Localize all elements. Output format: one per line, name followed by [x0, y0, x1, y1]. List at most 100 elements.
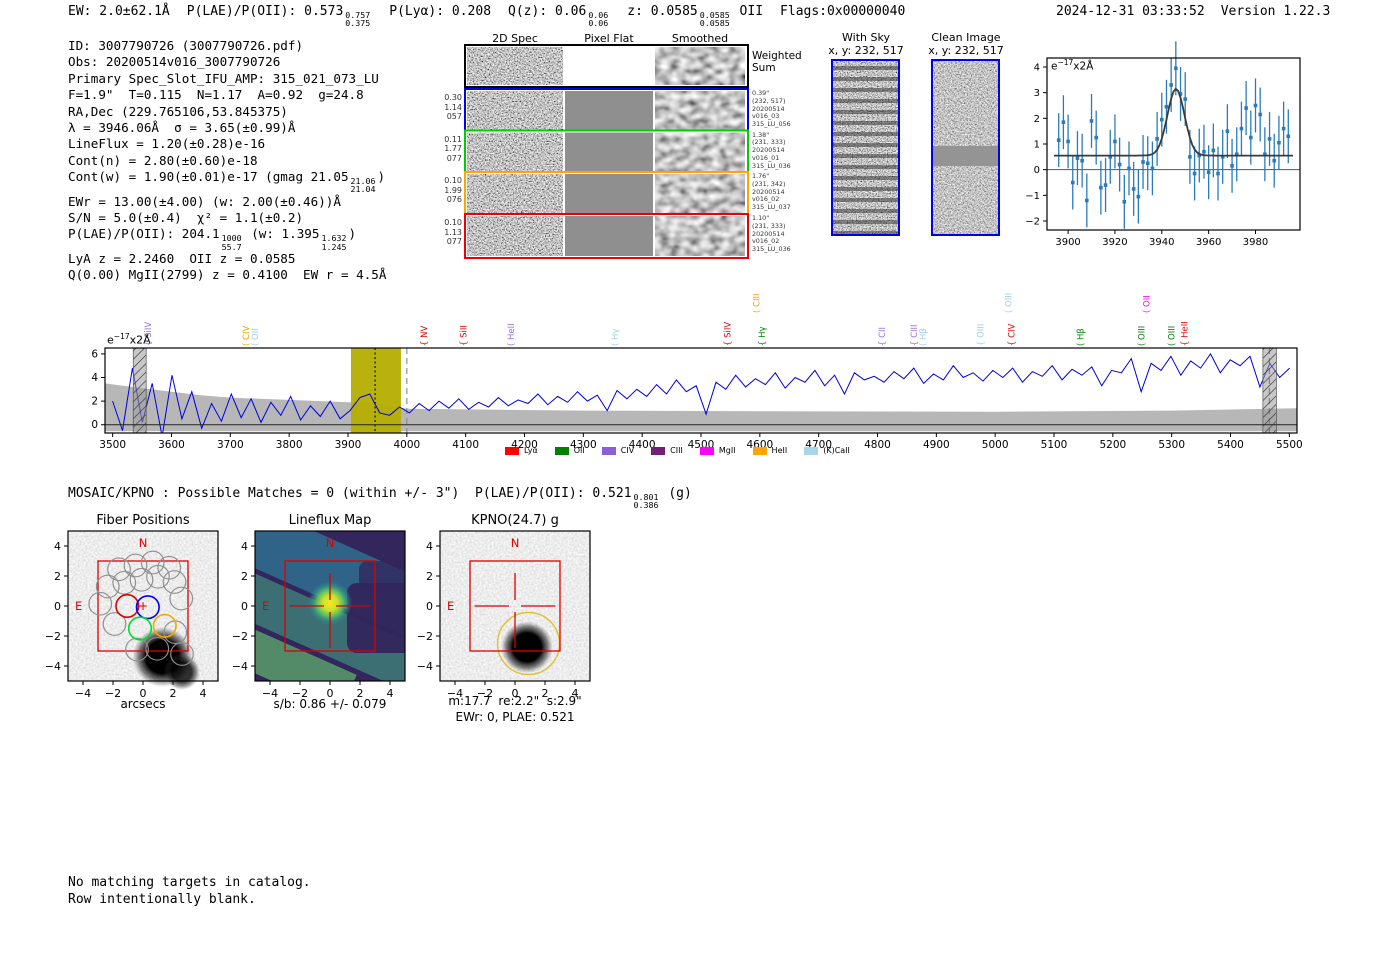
line-label-CII: { CII — [878, 327, 888, 346]
text-segment: ) — [348, 226, 356, 241]
row-fiber-annotation: 1.76" (231, 342) 20200514 v016_02 315_LU_037 — [752, 172, 791, 212]
text-segment: ) — [378, 169, 386, 184]
text-segment: RA,Dec (229.765106,53.845375) — [68, 104, 288, 119]
legend-swatch — [651, 446, 666, 455]
text-segment: λ = 3946.06Å σ = 3.65(±0.99)Å — [68, 120, 295, 135]
info-line: S/N = 5.0(±0.4) χ² = 1.1(±0.2) — [68, 210, 386, 226]
row-fiber-annotation: 0.39" (232, 517) 20200514 v016_03 315_LU_056 — [752, 89, 791, 129]
data-point — [1113, 139, 1117, 144]
pixelflat-image — [565, 47, 653, 85]
fiber-y-tick-label: −2 — [45, 630, 61, 643]
legend-item: HeII — [752, 446, 788, 455]
stacked-fraction: 1000 55.7 — [222, 234, 242, 251]
segment-text: Cont(n) = 2.80(±0.60)e-18 — [68, 152, 258, 168]
spectrum-x-tick-label: 3900 — [335, 439, 362, 451]
segment-text: (g) — [660, 486, 692, 501]
spectrum-x-tick-label: 5400 — [1217, 439, 1244, 451]
data-point — [1164, 104, 1169, 109]
inset-y-tick-label: 1 — [1034, 140, 1040, 151]
text-segment: Primary Spec_Slot_IFU_AMP: 315_021_073_L… — [68, 71, 379, 86]
segment-text: P(LAE)/P(OII): 0.573 — [186, 4, 344, 19]
row-left-stats: 0.10 1.99 076 — [444, 176, 462, 205]
kpno-y-tick-label: 0 — [426, 600, 433, 613]
unit-exp: −17 — [113, 332, 130, 341]
legend-label: HeII — [771, 446, 788, 455]
footer-line-1: No matching targets in catalog. — [68, 875, 311, 890]
unit-rest: x2Å — [1073, 60, 1094, 73]
segment-text: Obs: 20200514v016_3007790726 — [68, 54, 281, 70]
data-point — [1258, 112, 1262, 117]
data-point — [1122, 199, 1127, 204]
info-line: λ = 3946.06Å σ = 3.65(±0.99)Å — [68, 120, 386, 136]
spectrum-x-tick-label: 5300 — [1158, 439, 1185, 451]
line-label-OII: ( OII — [251, 328, 261, 346]
line-label-HeII: ( HeII — [507, 323, 517, 346]
row-fiber-annotation: 1.38" (231, 333) 20200514 v016_01 315_LU_036 — [752, 130, 791, 170]
legend-item: MgII — [699, 446, 736, 455]
line-label-SiII: { SiII — [459, 325, 469, 346]
data-point — [1070, 180, 1075, 185]
text-segment: 21.06 21.04 — [349, 169, 378, 194]
spectrum-legend: Lyα OII CIV CIII MgII HeII (K)CaII — [505, 446, 850, 455]
pixelflat-image — [565, 132, 653, 172]
legend-swatch — [752, 446, 767, 455]
inset-x-tick-label: 3900 — [1055, 237, 1080, 248]
info-line: LyA z = 2.2460 OII z = 0.0585 — [68, 251, 386, 267]
segment-text: Cont(w) = 1.90(±0.01)e-17 (gmag 21.05 — [68, 169, 349, 185]
spec2d-image-noise — [467, 47, 563, 85]
data-point — [1281, 126, 1286, 131]
data-point — [1169, 83, 1173, 87]
data-point — [1216, 171, 1220, 176]
unit-rest: x2Å — [129, 333, 151, 347]
pixelflat-image — [565, 91, 653, 130]
info-line: Obs: 20200514v016_3007790726 — [68, 54, 386, 70]
info-line: EWr = 13.00(±4.00) (w: 2.00(±0.46))Å — [68, 194, 386, 210]
legend-label: MgII — [718, 446, 736, 455]
text-segment: Q(z): 0.06 0.06 0.06 — [508, 4, 610, 27]
info-line: Cont(w) = 1.90(±0.01)e-17 (gmag 21.05 21.… — [68, 169, 386, 193]
segment-text: LyA z = 2.2460 OII z = 0.0585 — [68, 250, 296, 266]
data-point — [1230, 164, 1234, 168]
text-segment: S/N = 5.0(±0.4) χ² = 1.1(±0.2) — [68, 210, 303, 225]
spectrum-x-tick-label: 4100 — [452, 439, 479, 451]
spectrum-x-tick-label: 5200 — [1099, 439, 1126, 451]
inset-y-tick-label: 0 — [1034, 165, 1040, 176]
stacked-fraction: 0.801 0.386 — [634, 493, 659, 510]
lineflux-y-tick-label: −4 — [232, 660, 248, 673]
line-label-OIII: ( OIII — [1168, 326, 1178, 346]
info-line: F=1.9" T=0.115 N=1.17 A=0.92 g=24.8 — [68, 87, 386, 103]
segment-text: Flags:0x00000040 — [780, 4, 906, 19]
detection-info-block: ID: 3007790726 (3007790726.pdf) Obs: 2020… — [68, 38, 386, 284]
frac-sub: 21.04 — [350, 184, 376, 195]
row-left-stats: 0.30 1.14 057 — [444, 93, 462, 122]
stacked-fraction: 0.757 0.375 — [345, 11, 371, 29]
row-fiber-annotation: 1.10" (231, 333) 20200514 v016_02 315_LU_036 — [752, 214, 791, 254]
inset-x-tick-label: 3960 — [1196, 237, 1221, 248]
lineflux-map-title: Lineflux Map — [288, 513, 372, 528]
data-point — [1155, 137, 1159, 141]
with-sky-title: With Sky x, y: 232, 517 — [828, 31, 904, 57]
unit-base: e — [107, 333, 114, 347]
masked-region-band — [132, 348, 147, 433]
masked-region-band — [1262, 348, 1277, 433]
clean-image-flat-band — [933, 146, 998, 166]
col-header-2dspec: 2D Spec — [492, 32, 538, 45]
info-line: ID: 3007790726 (3007790726.pdf) — [68, 38, 386, 54]
spectrum-unit-label: e−17x2Å — [107, 332, 151, 347]
segment-text: ID: 3007790726 (3007790726.pdf) — [68, 38, 304, 53]
data-point — [1089, 119, 1094, 123]
frac-sub: 0.375 — [345, 18, 371, 29]
spectrum-x-tick-label: 5500 — [1276, 439, 1303, 451]
data-point — [1211, 148, 1216, 153]
data-point — [1192, 171, 1197, 176]
spectrum-x-tick-label: 3800 — [276, 439, 303, 451]
spectrum-y-tick-label: 4 — [91, 372, 98, 384]
kpno-compass-n: N — [511, 536, 520, 550]
data-point — [1286, 134, 1291, 139]
text-segment: Flags:0x00000040 — [780, 4, 905, 19]
frac-sub: 1.245 — [321, 241, 347, 252]
spectrum-x-tick-label: 5000 — [982, 439, 1009, 451]
weighted-sum-label: Weighted Sum — [752, 50, 802, 74]
frac-sub: 0.0585 — [699, 18, 730, 29]
info-line: Cont(n) = 2.80(±0.60)e-18 — [68, 153, 386, 169]
